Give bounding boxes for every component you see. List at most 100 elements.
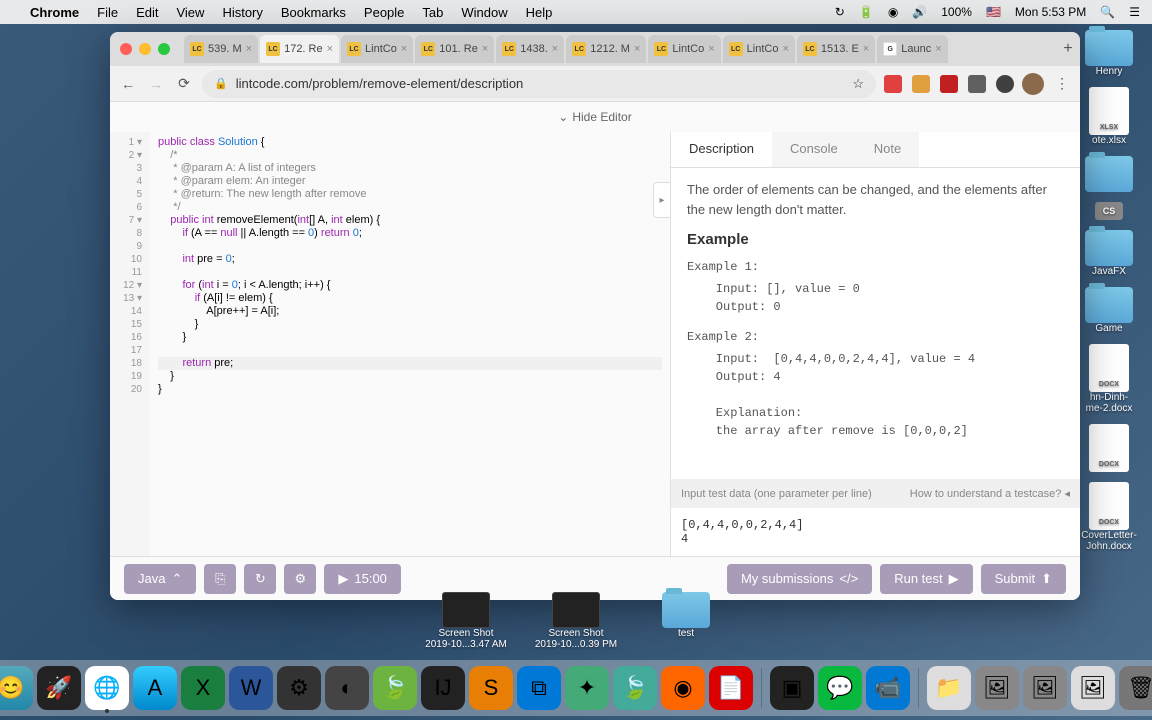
close-tab-button[interactable]: × [863, 43, 869, 55]
maximize-window-button[interactable] [158, 43, 170, 55]
dock-thumb[interactable]: 🖼 [1023, 666, 1067, 710]
wifi-icon[interactable]: ◉ [888, 5, 898, 19]
run-test-button[interactable]: Run test ▶ [880, 564, 972, 594]
dock-vscode[interactable]: ⧉ [517, 666, 561, 710]
close-tab-button[interactable]: × [482, 43, 488, 55]
desktop-file-docx[interactable]: DOCXCoverLetter- John.docx [1081, 482, 1137, 552]
code-area[interactable]: public class Solution { /* * @param A: A… [150, 132, 670, 556]
profile-avatar[interactable] [1022, 73, 1044, 95]
menu-file[interactable]: File [97, 5, 118, 20]
browser-tab[interactable]: LCLintCo× [341, 35, 413, 63]
desktop-folder[interactable]: JavaFX [1085, 230, 1133, 277]
chrome-menu-button[interactable]: ⋮ [1052, 74, 1072, 94]
browser-tab[interactable]: LCLintCo× [723, 35, 795, 63]
dock-thumb[interactable]: 🖼 [975, 666, 1019, 710]
hide-editor-button[interactable]: ⌄ Hide Editor [110, 102, 1080, 132]
extension-icon[interactable] [996, 75, 1014, 93]
battery-icon[interactable]: 🔋 [859, 5, 874, 19]
dock-appstore[interactable]: A [133, 666, 177, 710]
language-selector[interactable]: Java ⌃ [124, 564, 196, 594]
new-tab-button[interactable]: + [1056, 37, 1080, 61]
extension-icon[interactable] [968, 75, 986, 93]
star-icon[interactable]: ☆ [852, 76, 864, 92]
desktop-screenshot[interactable]: Screen Shot 2019-10...0.39 PM [536, 592, 616, 650]
forward-button[interactable]: → [146, 74, 166, 94]
back-button[interactable]: ← [118, 74, 138, 94]
collapse-panel-button[interactable]: ▸ [653, 182, 671, 218]
tab-description[interactable]: Description [671, 132, 772, 167]
timer-button[interactable]: ▶ 15:00 [324, 564, 401, 594]
search-icon[interactable]: 🔍 [1100, 5, 1115, 19]
test-data-input[interactable]: [0,4,4,0,0,2,4,4] 4 [671, 508, 1080, 556]
testcase-hint-link[interactable]: How to understand a testcase? ◂ [910, 487, 1070, 500]
close-tab-button[interactable]: × [401, 43, 407, 55]
menu-bookmarks[interactable]: Bookmarks [281, 5, 346, 20]
browser-tab[interactable]: LC1212. M× [566, 35, 646, 63]
copy-button[interactable]: ⎘ [204, 564, 236, 594]
reset-button[interactable]: ↻ [244, 564, 276, 594]
reload-button[interactable]: ⟳ [174, 74, 194, 94]
extension-icon[interactable] [884, 75, 902, 93]
desktop-folder[interactable]: Henry [1085, 30, 1133, 77]
dock-trash[interactable]: 🗑 [1119, 666, 1152, 710]
tab-note[interactable]: Note [856, 132, 919, 167]
dock-launchpad[interactable]: 🚀 [37, 666, 81, 710]
menu-view[interactable]: View [176, 5, 204, 20]
dock-zoom[interactable]: 📹 [866, 666, 910, 710]
dock-settings[interactable]: ⚙ [277, 666, 321, 710]
desktop-folder[interactable] [1085, 156, 1133, 192]
menu-history[interactable]: History [222, 5, 262, 20]
close-tab-button[interactable]: × [634, 43, 640, 55]
control-center-icon[interactable]: ☰ [1129, 5, 1140, 19]
menu-tab[interactable]: Tab [422, 5, 443, 20]
close-tab-button[interactable]: × [552, 43, 558, 55]
browser-tab[interactable]: LC1513. E× [797, 35, 875, 63]
extension-icon[interactable] [912, 75, 930, 93]
browser-tab[interactable]: GLaunc× [877, 35, 947, 63]
minimize-window-button[interactable] [139, 43, 151, 55]
code-editor[interactable]: 1 ▾2 ▾34567 ▾89101112 ▾13 ▾1415161718192… [110, 132, 670, 556]
dock-sublime[interactable]: S [469, 666, 513, 710]
browser-tab[interactable]: LCLintCo× [648, 35, 720, 63]
dock-excel[interactable]: X [181, 666, 225, 710]
menu-window[interactable]: Window [461, 5, 507, 20]
desktop-folder[interactable]: Game [1085, 287, 1133, 334]
desktop-folder[interactable]: test [646, 592, 726, 639]
browser-tab[interactable]: LC539. M× [184, 35, 258, 63]
dock-eclipse[interactable]: ◐ [325, 666, 369, 710]
dock-word[interactable]: W [229, 666, 273, 710]
flag-icon[interactable]: 🇺🇸 [986, 5, 1001, 19]
dock-app[interactable]: ✦ [565, 666, 609, 710]
dock-thumb[interactable]: 🖼 [1071, 666, 1115, 710]
dock-intellij[interactable]: IJ [421, 666, 465, 710]
app-name[interactable]: Chrome [30, 5, 79, 20]
menu-people[interactable]: People [364, 5, 404, 20]
desktop-badge-cs[interactable]: CS [1095, 202, 1123, 220]
close-tab-button[interactable]: × [327, 43, 333, 55]
dock-pdf[interactable]: 📄 [709, 666, 753, 710]
dock-wechat[interactable]: 💬 [818, 666, 862, 710]
browser-tab[interactable]: LC1438.× [496, 35, 564, 63]
close-tab-button[interactable]: × [708, 43, 714, 55]
dock-terminal[interactable]: ▣ [770, 666, 814, 710]
dock-folder[interactable]: 📁 [927, 666, 971, 710]
omnibox[interactable]: 🔒 lintcode.com/problem/remove-element/de… [202, 70, 876, 98]
browser-tab[interactable]: LC172. Re× [260, 35, 339, 63]
dock-spring[interactable]: 🍃 [373, 666, 417, 710]
dock-finder[interactable]: 😊 [0, 666, 33, 710]
close-tab-button[interactable]: × [782, 43, 788, 55]
my-submissions-button[interactable]: My submissions </> [727, 564, 872, 594]
close-tab-button[interactable]: × [246, 43, 252, 55]
dock-postman[interactable]: ◉ [661, 666, 705, 710]
desktop-screenshot[interactable]: Screen Shot 2019-10...3.47 AM [426, 592, 506, 650]
close-tab-button[interactable]: × [935, 43, 941, 55]
desktop-file-docx[interactable]: DOCX [1089, 424, 1129, 472]
submit-button[interactable]: Submit ⬆ [981, 564, 1066, 594]
menu-edit[interactable]: Edit [136, 5, 158, 20]
desktop-file-xlsx[interactable]: XLSXote.xlsx [1089, 87, 1129, 146]
dock-chrome[interactable]: 🌐 [85, 666, 129, 710]
tab-console[interactable]: Console [772, 132, 856, 167]
extension-icon[interactable] [940, 75, 958, 93]
desktop-file-docx[interactable]: DOCXhn-Dinh- me-2.docx [1086, 344, 1133, 414]
close-window-button[interactable] [120, 43, 132, 55]
